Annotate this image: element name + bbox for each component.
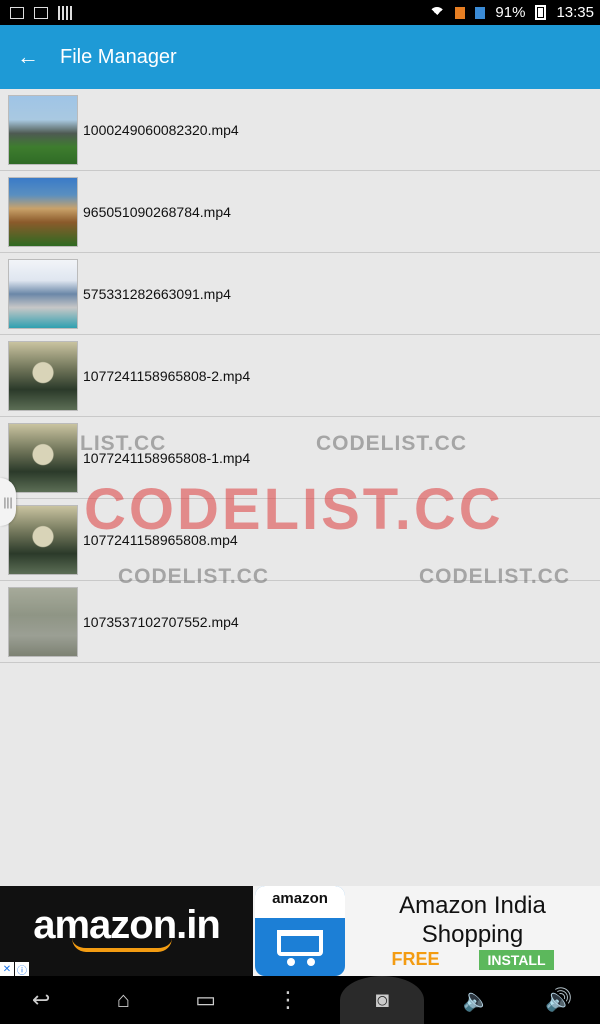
- file-row[interactable]: 575331282663091.mp4: [0, 253, 600, 335]
- camera-icon: ◙: [375, 987, 389, 1012]
- ad-title-line2: Shopping: [421, 921, 524, 948]
- ad-text-panel[interactable]: Amazon India Shopping FREE INSTALL: [345, 886, 600, 976]
- nav-home-button[interactable]: ⌂: [93, 976, 153, 1024]
- more-vert-icon: ⋮: [276, 987, 299, 1012]
- home-icon: ⌂: [116, 987, 131, 1012]
- ad-brand-panel[interactable]: amazon.in ✕ ⓘ: [0, 886, 253, 977]
- install-button[interactable]: INSTALL: [479, 949, 554, 970]
- sim1-signal-icon: [455, 6, 466, 19]
- video-thumbnail: [8, 94, 78, 165]
- file-name: 1077241158965808-1.mp4: [83, 449, 251, 466]
- video-thumbnail: [8, 422, 78, 493]
- video-thumbnail: [8, 504, 78, 575]
- back-button[interactable]: ←: [0, 25, 56, 89]
- file-row[interactable]: 965051090268784.mp4: [0, 171, 600, 253]
- file-row[interactable]: 1077241158965808-2.mp4: [0, 335, 600, 417]
- file-name: 1077241158965808-2.mp4: [83, 367, 251, 384]
- video-thumbnail: [8, 258, 78, 329]
- system-nav-bar: ↩ ⌂ ▭ ⋮ ◙ 🔈 🔊: [0, 976, 600, 1024]
- grip-icon: |||: [3, 495, 13, 509]
- app-bar: ← File Manager: [0, 25, 600, 89]
- video-thumbnail: [8, 586, 78, 657]
- sim2-signal-icon: [475, 6, 486, 19]
- ad-price-label: FREE: [391, 949, 440, 969]
- video-thumbnail: [8, 176, 78, 247]
- battery-percent: 91%: [495, 4, 526, 21]
- wifi-icon: [429, 6, 446, 23]
- amazon-app-icon[interactable]: amazon: [255, 886, 345, 976]
- nav-recents-button[interactable]: ▭: [176, 976, 236, 1024]
- nav-menu-button[interactable]: ⋮: [258, 976, 318, 1024]
- amazon-smile-icon: [71, 938, 172, 952]
- recents-icon: ▭: [195, 987, 217, 1012]
- clock: 13:35: [556, 4, 594, 21]
- file-row[interactable]: 1077241158965808-1.mp4: [0, 417, 600, 499]
- nav-volume-up-button[interactable]: 🔊: [529, 976, 589, 1024]
- back-icon: ↩: [31, 987, 51, 1012]
- battery-icon: [535, 5, 547, 20]
- volume-up-icon: 🔊: [545, 987, 573, 1012]
- amazon-logo-text: amazon: [255, 886, 345, 918]
- shopping-cart-icon: [277, 930, 323, 966]
- image-notification-icon: [10, 6, 24, 19]
- download-notification-icon: [34, 6, 48, 19]
- barcode-notification-icon: [58, 5, 72, 20]
- video-thumbnail: [8, 340, 78, 411]
- page-title: File Manager: [60, 45, 177, 68]
- file-row[interactable]: 1077241158965808.mp4: [0, 499, 600, 581]
- file-row[interactable]: 1073537102707552.mp4: [0, 581, 600, 663]
- file-list: 1000249060082320.mp4 965051090268784.mp4…: [0, 89, 600, 663]
- ad-close-icon[interactable]: ✕: [0, 962, 14, 976]
- ad-banner[interactable]: amazon.in ✕ ⓘ amazon Amazon India Shoppi…: [0, 886, 600, 977]
- nav-back-button[interactable]: ↩: [11, 976, 71, 1024]
- file-name: 965051090268784.mp4: [83, 203, 231, 220]
- status-bar: 91% 13:35: [0, 0, 600, 25]
- nav-volume-down-button[interactable]: 🔈: [447, 976, 507, 1024]
- nav-screenshot-button[interactable]: ◙: [340, 976, 425, 1024]
- file-name: 1073537102707552.mp4: [83, 613, 239, 630]
- ad-choices[interactable]: ✕ ⓘ: [0, 962, 29, 977]
- volume-down-icon: 🔈: [462, 987, 491, 1012]
- file-row[interactable]: 1000249060082320.mp4: [0, 89, 600, 171]
- ad-info-icon[interactable]: ⓘ: [15, 962, 29, 977]
- arrow-left-icon: ←: [17, 44, 39, 69]
- file-name: 1077241158965808.mp4: [83, 531, 238, 548]
- file-name: 575331282663091.mp4: [83, 285, 231, 302]
- ad-title-line1: Amazon India: [399, 892, 546, 919]
- file-name: 1000249060082320.mp4: [83, 121, 239, 138]
